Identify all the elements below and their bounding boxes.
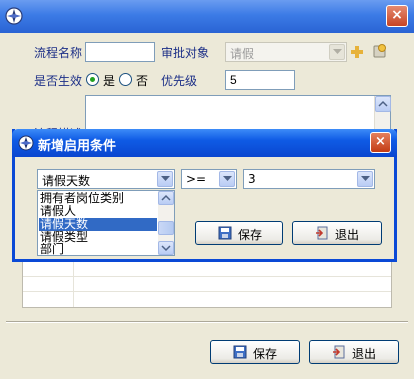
list-item[interactable]: 请假人 xyxy=(39,205,157,218)
condition-field-dropdown-icon[interactable] xyxy=(157,171,173,187)
condition-field-value: 请假天数 xyxy=(42,174,91,188)
footer-divider-highlight xyxy=(6,322,408,323)
dialog-close-button[interactable]: × xyxy=(370,132,391,153)
approval-target-dropdown-icon[interactable] xyxy=(329,44,345,60)
condition-field-listbox[interactable]: 拥有者岗位类别 请假人 请假天数 请假类型 部门 xyxy=(37,190,175,256)
priority-input[interactable] xyxy=(225,70,295,90)
dialog-title: 新增启用条件 xyxy=(38,139,117,154)
window-titlebar: × xyxy=(0,0,414,33)
refresh-icon[interactable] xyxy=(372,43,388,59)
condition-value-value: 3 xyxy=(248,172,256,186)
operator-select[interactable]: >= xyxy=(181,169,237,189)
list-scroll-thumb[interactable] xyxy=(158,221,174,235)
effective-no-radio[interactable] xyxy=(119,73,132,86)
approval-target-label: 审批对象 xyxy=(161,46,210,60)
window-close-button[interactable]: × xyxy=(386,5,408,27)
dialog-save-label: 保存 xyxy=(238,228,263,242)
save-button-label: 保存 xyxy=(253,347,278,361)
app-icon xyxy=(5,7,23,25)
operator-dropdown-icon[interactable] xyxy=(219,171,235,187)
dialog-save-button[interactable]: 保存 xyxy=(195,221,283,245)
flow-name-label: 流程名称 xyxy=(34,46,83,60)
exit-button[interactable]: 退出 xyxy=(309,340,399,364)
dialog-exit-door-icon xyxy=(316,226,328,240)
effective-yes-label: 是 xyxy=(103,74,116,88)
effective-label: 是否生效 xyxy=(34,74,83,88)
priority-label: 优先级 xyxy=(161,74,198,88)
effective-yes-radio[interactable] xyxy=(86,73,99,86)
list-item-selected[interactable]: 请假天数 xyxy=(39,218,157,231)
flow-name-input[interactable] xyxy=(85,42,155,62)
condition-field-select[interactable]: 请假天数 xyxy=(37,169,175,189)
dialog-app-icon xyxy=(18,135,34,151)
list-item[interactable]: 部门 xyxy=(39,243,157,256)
dialog-titlebar: 新增启用条件 × xyxy=(12,129,397,157)
add-icon[interactable] xyxy=(350,45,364,59)
list-item[interactable]: 拥有者岗位类别 xyxy=(39,192,157,205)
dialog-exit-label: 退出 xyxy=(335,228,360,242)
scroll-up-icon[interactable] xyxy=(375,96,391,112)
dialog-floppy-icon xyxy=(218,226,232,240)
approval-target-select[interactable]: 请假 xyxy=(225,42,347,62)
exit-button-label: 退出 xyxy=(352,347,377,361)
operator-value: >= xyxy=(186,172,207,186)
save-button[interactable]: 保存 xyxy=(210,340,300,364)
approval-target-value: 请假 xyxy=(230,47,255,61)
floppy-icon xyxy=(233,345,247,359)
list-scroll-up-icon[interactable] xyxy=(158,191,174,205)
listbox-scrollbar[interactable] xyxy=(158,191,174,255)
effective-no-label: 否 xyxy=(136,74,149,88)
condition-value-dropdown-icon[interactable] xyxy=(357,171,373,187)
condition-value-select[interactable]: 3 xyxy=(243,169,375,189)
exit-door-icon xyxy=(333,345,345,359)
list-scroll-down-icon[interactable] xyxy=(158,241,174,255)
dialog-exit-button[interactable]: 退出 xyxy=(292,221,382,245)
